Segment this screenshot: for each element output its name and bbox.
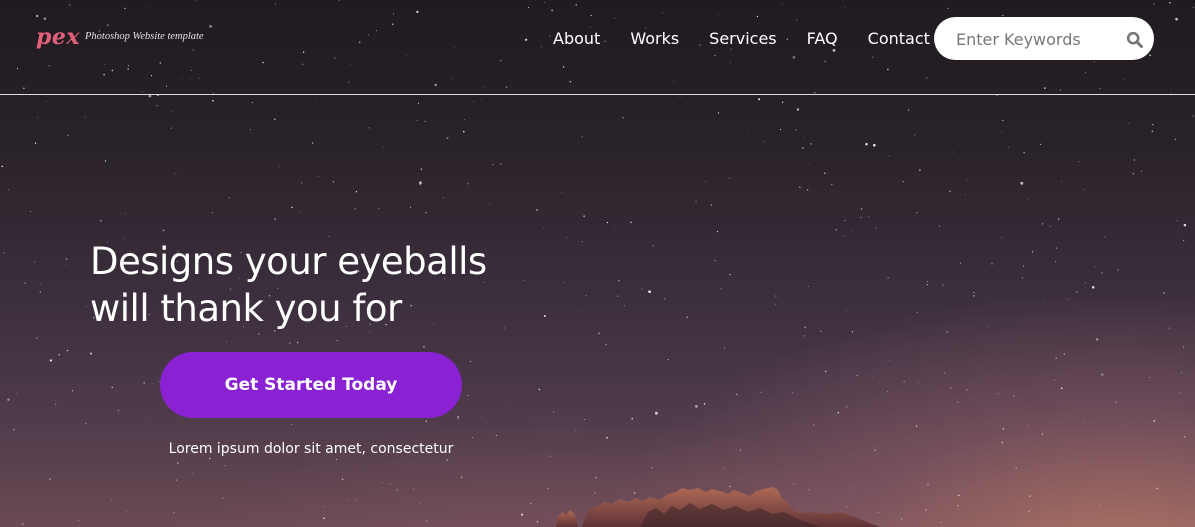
site-header: pex Photoshop Website template About Wor… xyxy=(0,0,1195,94)
nav-item-about[interactable]: About xyxy=(553,29,600,48)
search-icon[interactable] xyxy=(1126,31,1144,49)
header-divider xyxy=(0,94,1195,95)
search-box xyxy=(934,17,1154,60)
search-input[interactable] xyxy=(954,27,1118,51)
nav-item-services[interactable]: Services xyxy=(709,29,776,48)
nav-item-contact[interactable]: Contact xyxy=(868,29,930,48)
hero-headline-line-2: will thank you for xyxy=(90,287,402,330)
nav-item-faq[interactable]: FAQ xyxy=(807,29,838,48)
hero-headline: Designs your eyeballs will thank you for xyxy=(90,238,610,332)
brand-logo[interactable]: pex xyxy=(36,24,80,50)
brand-tagline: Photoshop Website template xyxy=(85,31,204,42)
hero-subtext: Lorem ipsum dolor sit amet, consectetur xyxy=(168,441,454,457)
nav-item-works[interactable]: Works xyxy=(630,29,679,48)
main-nav: About Works Services FAQ Contact xyxy=(553,29,960,48)
hero-headline-line-1: Designs your eyeballs xyxy=(90,240,487,283)
get-started-button[interactable]: Get Started Today xyxy=(160,352,462,418)
hero-section: pex Photoshop Website template About Wor… xyxy=(0,0,1195,527)
